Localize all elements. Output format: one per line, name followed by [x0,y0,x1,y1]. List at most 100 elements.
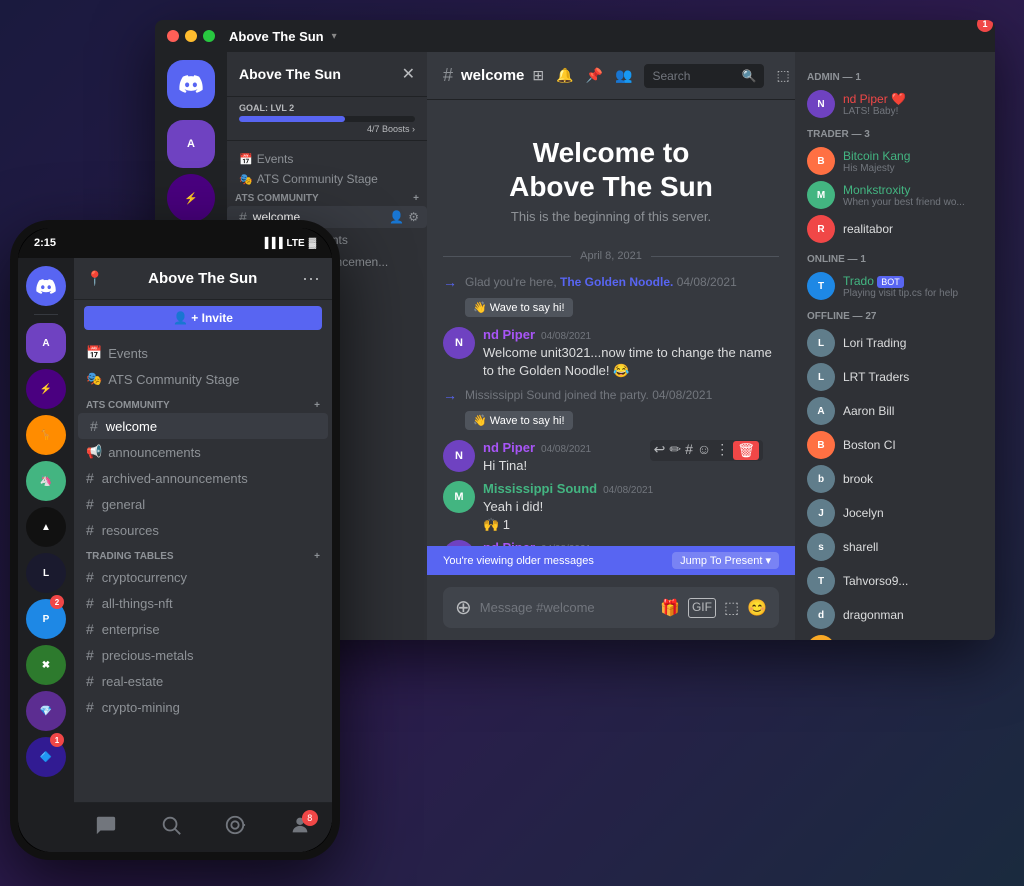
member-item[interactable]: d dragonman [803,598,987,632]
phone-server-icon[interactable]: 🦒 [26,415,66,455]
phone-nav-messages[interactable] [86,814,126,842]
pin-icon[interactable]: 📌 [586,67,603,84]
phone-body: A ⚡ 🦒 🦄 ▲ L P2 ✖ 💎 🔷1 📍 Above The Sun ··… [18,258,332,852]
phone-channel-list: 📅 Events 🎭 ATS Community Stage ATS COMMU… [74,336,332,802]
phone-invite-button[interactable]: 👤 + Invite [84,306,322,330]
server-icon-ats[interactable]: A [167,120,215,168]
wave-button-1[interactable]: 👋 Wave to say hi! [465,298,573,317]
avatar: R [807,215,835,243]
phone-status-icons: ▐▐▐ LTE ▓ [261,238,316,249]
avatar: M [443,481,475,513]
message-username: nd Piper [483,440,535,455]
phone-nav-profile[interactable]: 8 [280,814,320,842]
add-attachment-icon[interactable]: ⊕ [455,595,472,620]
add-channel-icon[interactable]: + [413,193,419,204]
jump-to-present-button[interactable]: Jump To Present ▾ [672,552,779,569]
boost-progress-fill [239,116,345,122]
member-item[interactable]: W Walter [803,632,987,640]
messages-area: Welcome to Above The Sun This is the beg… [427,100,795,546]
phone-channel-stage[interactable]: 🎭 ATS Community Stage [74,366,332,392]
phone-server-icon[interactable]: ✖ [26,645,66,685]
phone-channel-cryptocurrency[interactable]: # cryptocurrency [74,564,332,590]
hashtag-icon[interactable]: ⊞ [532,67,544,84]
member-item[interactable]: J Jocelyn [803,496,987,530]
message-input[interactable]: Message #welcome [480,600,652,615]
phone-nav-search[interactable] [151,814,191,842]
phone-channel-announcements[interactable]: 📢 announcements [74,439,332,465]
close-button[interactable] [167,30,179,42]
phone-server-icon[interactable]: L [26,553,66,593]
member-item[interactable]: L Lori Trading [803,326,987,360]
boost-bar: GOAL: LVL 2 4/7 Boosts › [227,97,427,141]
sticker-icon[interactable]: ⬚ [724,598,739,618]
member-item[interactable]: N nd Piper ❤️ LATS! Baby! [803,87,987,121]
maximize-button[interactable] [203,30,215,42]
phone-channel-nft[interactable]: # all-things-nft [74,590,332,616]
delete-icon[interactable]: 🗑 [733,441,759,460]
add-channel-icon[interactable]: + [314,400,320,411]
phone-server-icon[interactable]: 🦄 [26,461,66,501]
avatar: s [807,533,835,561]
chat-header: # welcome ⊞ 🔔 📌 👥 Search 🔍 ⬚ ❓ [427,52,795,100]
gift-icon[interactable]: 🎁 [660,598,680,618]
avatar: d [807,601,835,629]
phone-channel-precious-metals[interactable]: # precious-metals [74,642,332,668]
phone-channel-events[interactable]: 📅 Events [74,340,332,366]
member-item[interactable]: L LRT Traders [803,360,987,394]
server-icon-discord[interactable] [167,60,215,108]
bell-icon[interactable]: 🔔 [556,67,573,84]
member-item[interactable]: R realitabor [803,212,987,246]
phone-server-icon[interactable]: P2 [26,599,66,639]
phone-server-icon[interactable]: ▲ [26,507,66,547]
more-options-icon[interactable]: ··· [302,268,320,289]
member-item[interactable]: b brook [803,462,987,496]
hash-icon: # [86,522,94,538]
member-item[interactable]: B Boston CI [803,428,987,462]
arrow-icon: → [443,274,457,290]
gif-icon[interactable]: GIF [688,598,716,618]
avatar: A [807,397,835,425]
reply-icon[interactable]: ↩ [654,441,666,460]
member-item[interactable]: T Trado BOT Playing visit tip.cs for hel… [803,269,987,303]
search-bar[interactable]: Search 🔍 [644,64,764,88]
member-item[interactable]: s sharell [803,530,987,564]
react-icon[interactable]: ☺ [697,441,711,460]
channel-item-stage[interactable]: 🎭 ATS Community Stage [227,169,427,189]
thread-icon[interactable]: # [685,441,693,460]
phone-server-ats[interactable]: A [26,323,66,363]
battery-icon: ▓ [309,238,316,249]
member-item[interactable]: T Tahvorso9... [803,564,987,598]
server-icon-lightning[interactable]: ⚡ [167,174,215,222]
phone-channel-enterprise[interactable]: # enterprise [74,616,332,642]
phone-channel-crypto-mining[interactable]: # crypto-mining [74,694,332,720]
hash-icon: # [86,647,94,663]
date-divider-apr8: April 8, 2021 [443,250,779,262]
inbox-icon[interactable]: ⬚ [776,67,789,84]
phone-channel-real-estate[interactable]: # real-estate [74,668,332,694]
calendar-icon: 📅 [86,345,102,361]
add-channel-icon[interactable]: + [314,551,320,562]
wave-button-2[interactable]: 👋 Wave to say hi! [465,411,573,430]
member-item[interactable]: A Aaron Bill [803,394,987,428]
phone-channel-welcome[interactable]: # welcome [78,413,328,439]
message-toolbar: ↩ ✏ # ☺ ⋮ 🗑 [650,440,763,461]
phone-server-icon[interactable]: 💎 [26,691,66,731]
phone-server-discord[interactable] [26,266,66,306]
member-item[interactable]: B Bitcoin Kang His Majesty [803,144,987,178]
mobile-phone: 2:15 ▐▐▐ LTE ▓ A ⚡ 🦒 🦄 ▲ L P2 ✖ [10,220,340,860]
boost-count: 4/7 Boosts › [239,124,415,134]
phone-channel-resources[interactable]: # resources [74,517,332,543]
emoji-icon[interactable]: 😊 [747,598,767,618]
phone-nav-mentions[interactable] [215,814,255,842]
edit-icon[interactable]: ✏ [669,441,681,460]
sidebar-header[interactable]: Above The Sun ✕ [227,52,427,97]
members-icon[interactable]: 👥 [615,67,632,84]
phone-channel-general[interactable]: # general [74,491,332,517]
phone-server-icon[interactable]: ⚡ [26,369,66,409]
channel-item-events[interactable]: 📅 Events [227,149,427,169]
member-item[interactable]: M Monkstroxity When your best friend wo.… [803,178,987,212]
phone-server-icon[interactable]: 🔷1 [26,737,66,777]
phone-channel-archived[interactable]: # archived-announcements [74,465,332,491]
minimize-button[interactable] [185,30,197,42]
more-icon[interactable]: ⋮ [715,441,729,460]
